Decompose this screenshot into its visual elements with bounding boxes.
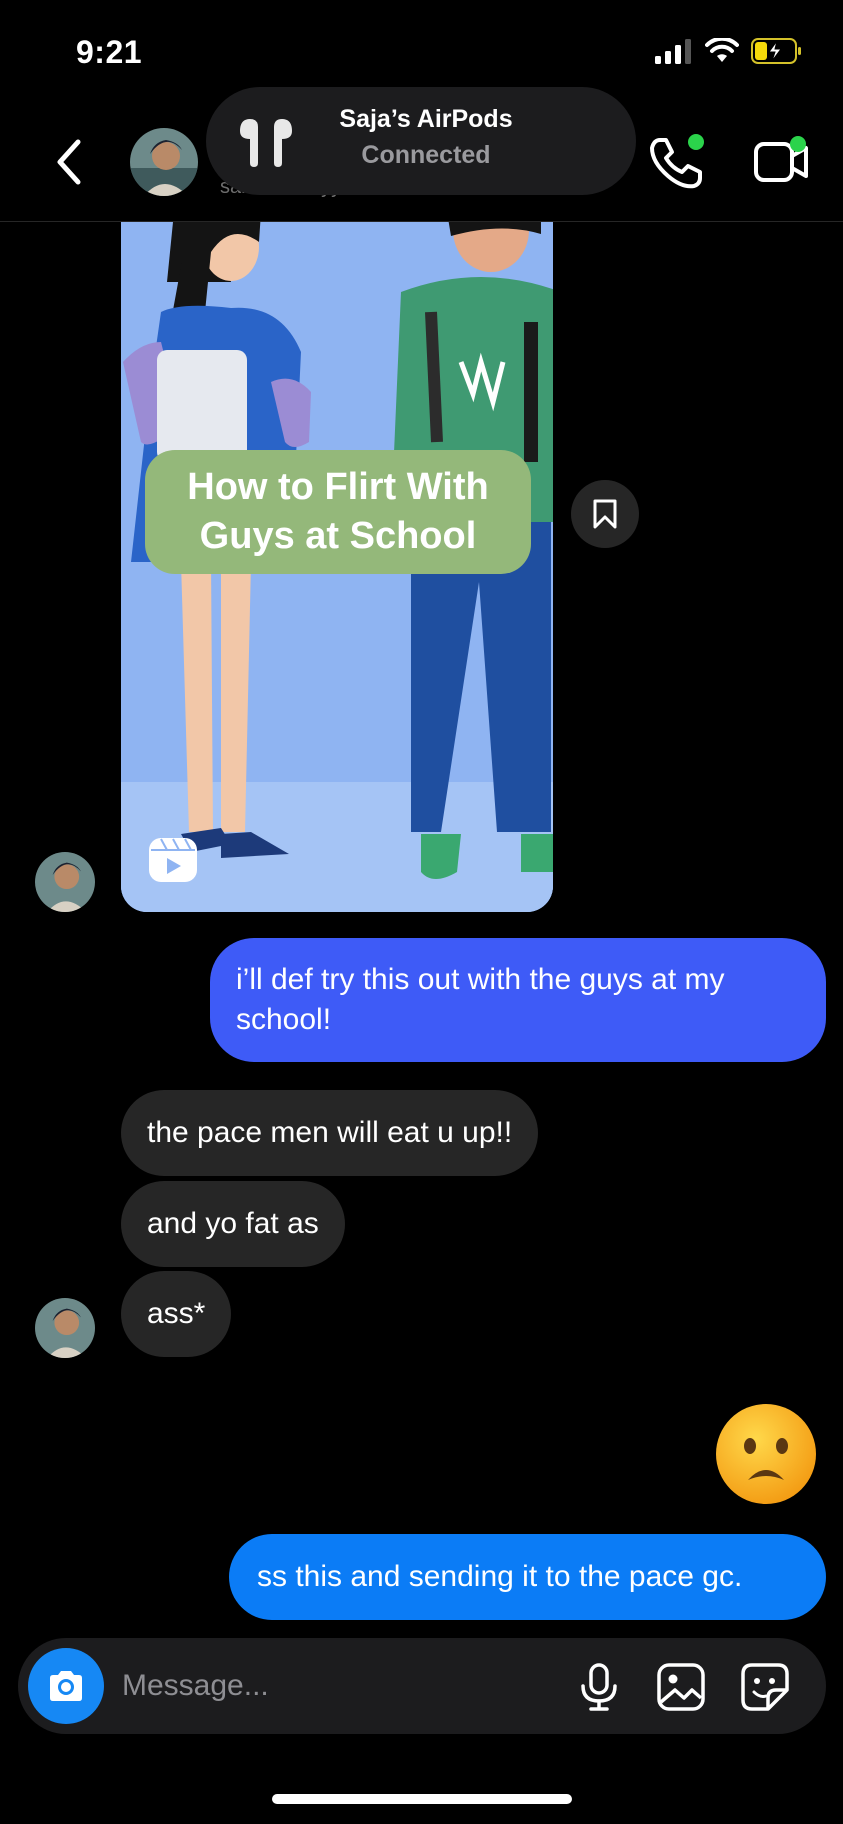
video-call-button[interactable] xyxy=(752,132,812,192)
battery-charging-icon xyxy=(751,38,801,64)
message-input[interactable] xyxy=(122,1660,482,1712)
frowning-face-emoji[interactable] xyxy=(714,1402,818,1506)
reels-icon xyxy=(149,838,197,882)
save-reel-button[interactable] xyxy=(571,480,639,548)
status-icons xyxy=(655,38,803,64)
incoming-message-bubble[interactable]: ass* xyxy=(121,1271,232,1357)
incoming-message-bubble[interactable]: the pace men will eat u up!! xyxy=(121,1090,539,1176)
airpods-status: Connected xyxy=(361,141,491,169)
audio-call-button[interactable] xyxy=(646,132,706,192)
reel-caption: How to Flirt With Guys at School xyxy=(145,450,531,574)
airpods-title: Saja’s AirPods xyxy=(339,105,513,133)
back-arrow-icon[interactable] xyxy=(48,132,88,192)
camera-icon xyxy=(50,1671,82,1701)
camera-button[interactable] xyxy=(28,1648,104,1724)
message-text: ss this and sending it to the pace gc. xyxy=(257,1559,743,1593)
online-indicator xyxy=(688,134,704,150)
sticker-icon[interactable] xyxy=(738,1660,792,1714)
outgoing-message-bubble[interactable]: i’ll def try this out with the guys at m… xyxy=(210,938,826,1062)
message-text: and yo fat as xyxy=(147,1206,319,1240)
outgoing-message-bubble[interactable]: ss this and sending it to the pace gc. xyxy=(229,1534,826,1620)
message-text: ass* xyxy=(147,1296,206,1330)
airpods-notification: Saja’s AirPods Connected xyxy=(206,87,636,195)
message-text: i’ll def try this out with the guys at m… xyxy=(236,962,725,1037)
status-time: 9:21 xyxy=(76,34,143,70)
microphone-icon[interactable] xyxy=(572,1660,626,1714)
avatar[interactable] xyxy=(130,128,198,196)
chat-header: sarahhanaryy Saja’s AirPods Connected xyxy=(0,87,843,222)
message-composer xyxy=(18,1638,826,1734)
home-indicator xyxy=(272,1794,572,1804)
sender-avatar[interactable] xyxy=(35,852,95,912)
incoming-message-bubble[interactable]: and yo fat as xyxy=(121,1181,345,1267)
bookmark-icon xyxy=(593,499,617,529)
shared-reel[interactable]: How to Flirt With Guys at School xyxy=(121,222,553,912)
wifi-icon xyxy=(705,38,739,62)
message-text: the pace men will eat u up!! xyxy=(147,1115,513,1149)
online-indicator xyxy=(790,136,806,152)
sender-avatar[interactable] xyxy=(35,1298,95,1358)
cellular-signal-icon xyxy=(655,39,691,64)
gallery-icon[interactable] xyxy=(654,1660,708,1714)
